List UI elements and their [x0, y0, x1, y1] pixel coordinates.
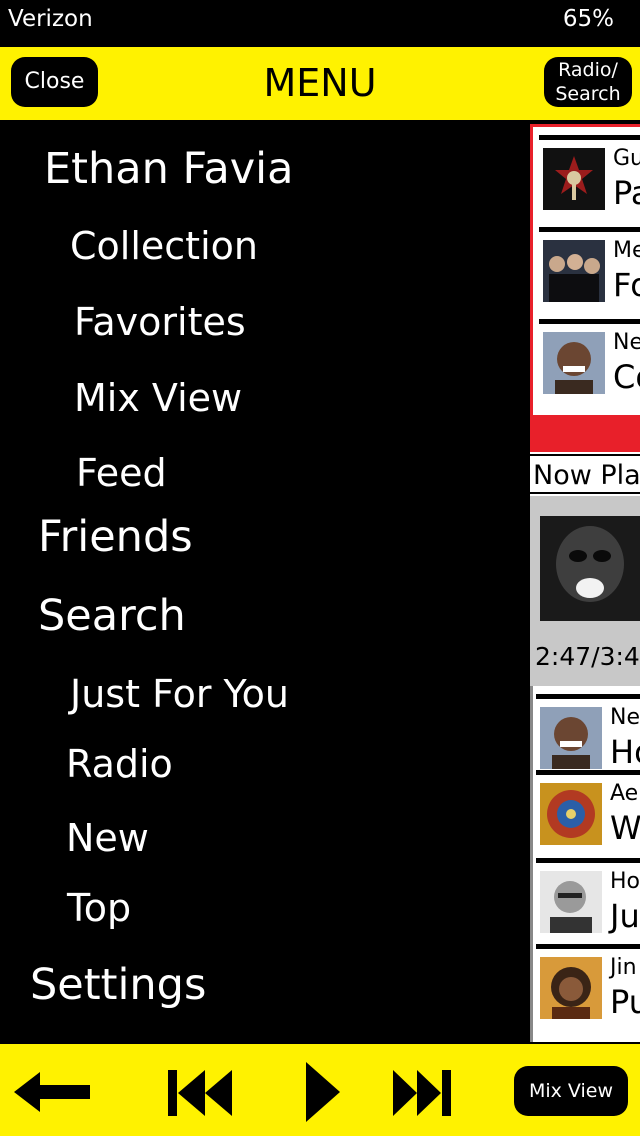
status-bar: Verizon 65%: [0, 0, 640, 45]
track-artist: Gu: [613, 146, 640, 171]
track-title: Pa: [613, 174, 640, 212]
artist-photo-icon: [540, 871, 602, 933]
menu-item-user-name[interactable]: Ethan Favia: [44, 144, 293, 194]
list-item[interactable]: Ho Ju: [536, 858, 640, 949]
menu-item-collection[interactable]: Collection: [70, 224, 258, 268]
track-artist: Ho: [610, 869, 640, 894]
previous-track-icon[interactable]: [168, 1070, 234, 1120]
band-photo-icon: [543, 240, 605, 302]
menu-item-search[interactable]: Search: [38, 591, 186, 641]
now-playing-label: Now Play: [530, 454, 640, 494]
artist-photo-icon: [543, 332, 605, 394]
play-icon[interactable]: [306, 1062, 340, 1126]
recent-tracks-list: Gu Pa Me Fo Ne Co: [530, 124, 640, 418]
menu-item-top[interactable]: Top: [67, 886, 131, 930]
album-art-icon: [540, 783, 602, 845]
artist-photo-icon: [540, 957, 602, 1019]
menu-item-settings[interactable]: Settings: [30, 960, 206, 1010]
track-title: Fo: [613, 266, 640, 304]
list-item[interactable]: Ne Co: [539, 319, 640, 410]
now-playing-art-icon: [540, 516, 640, 621]
list-item[interactable]: Jin Pu: [536, 944, 640, 1035]
track-artist: Ne: [610, 705, 640, 730]
menu-header: Close MENU Radio/ Search: [0, 45, 640, 122]
playback-time: 2:47/3:45: [535, 642, 640, 671]
radio-search-label-line1: Radio/: [558, 59, 618, 81]
radio-search-label-line2: Search: [555, 83, 621, 105]
track-title: Ju: [610, 897, 640, 935]
side-menu: Ethan Favia Collection Favorites Mix Vie…: [0, 124, 530, 1042]
battery-level: 65%: [562, 6, 614, 32]
menu-item-feed[interactable]: Feed: [76, 451, 167, 495]
track-title: W: [610, 809, 640, 847]
carrier-name: Verizon: [8, 6, 93, 32]
track-title: Co: [613, 358, 640, 396]
back-arrow-icon[interactable]: [14, 1072, 92, 1116]
list-item[interactable]: Me Fo: [539, 227, 640, 318]
menu-item-mix-view[interactable]: Mix View: [74, 376, 242, 420]
artist-photo-icon: [540, 707, 602, 769]
track-artist: Ne: [613, 330, 640, 355]
main-view-peek[interactable]: Gu Pa Me Fo Ne Co Now Play 2:47/3:45: [530, 124, 640, 1042]
menu-item-friends[interactable]: Friends: [38, 512, 193, 562]
now-playing-card[interactable]: 2:47/3:45: [530, 496, 640, 686]
track-artist: Ae: [610, 781, 639, 806]
menu-item-radio[interactable]: Radio: [66, 742, 173, 786]
queue-list: Ne Ho Ae W Ho Ju Jin Pu: [530, 686, 640, 1042]
accent-band: [530, 418, 640, 452]
album-art-icon: [543, 148, 605, 210]
track-artist: Me: [613, 238, 640, 263]
player-controls: Mix View: [0, 1042, 640, 1136]
track-artist: Jin: [610, 955, 637, 980]
menu-item-new[interactable]: New: [66, 816, 149, 860]
radio-search-button[interactable]: Radio/ Search: [544, 57, 632, 107]
next-track-icon[interactable]: [393, 1070, 451, 1120]
mix-view-button[interactable]: Mix View: [514, 1066, 628, 1116]
menu-item-favorites[interactable]: Favorites: [74, 300, 246, 344]
list-item[interactable]: Gu Pa: [539, 135, 640, 226]
track-title: Ho: [610, 733, 640, 771]
track-title: Pu: [610, 983, 640, 1021]
list-item[interactable]: Ae W: [536, 770, 640, 861]
menu-item-just-for-you[interactable]: Just For You: [70, 672, 289, 716]
